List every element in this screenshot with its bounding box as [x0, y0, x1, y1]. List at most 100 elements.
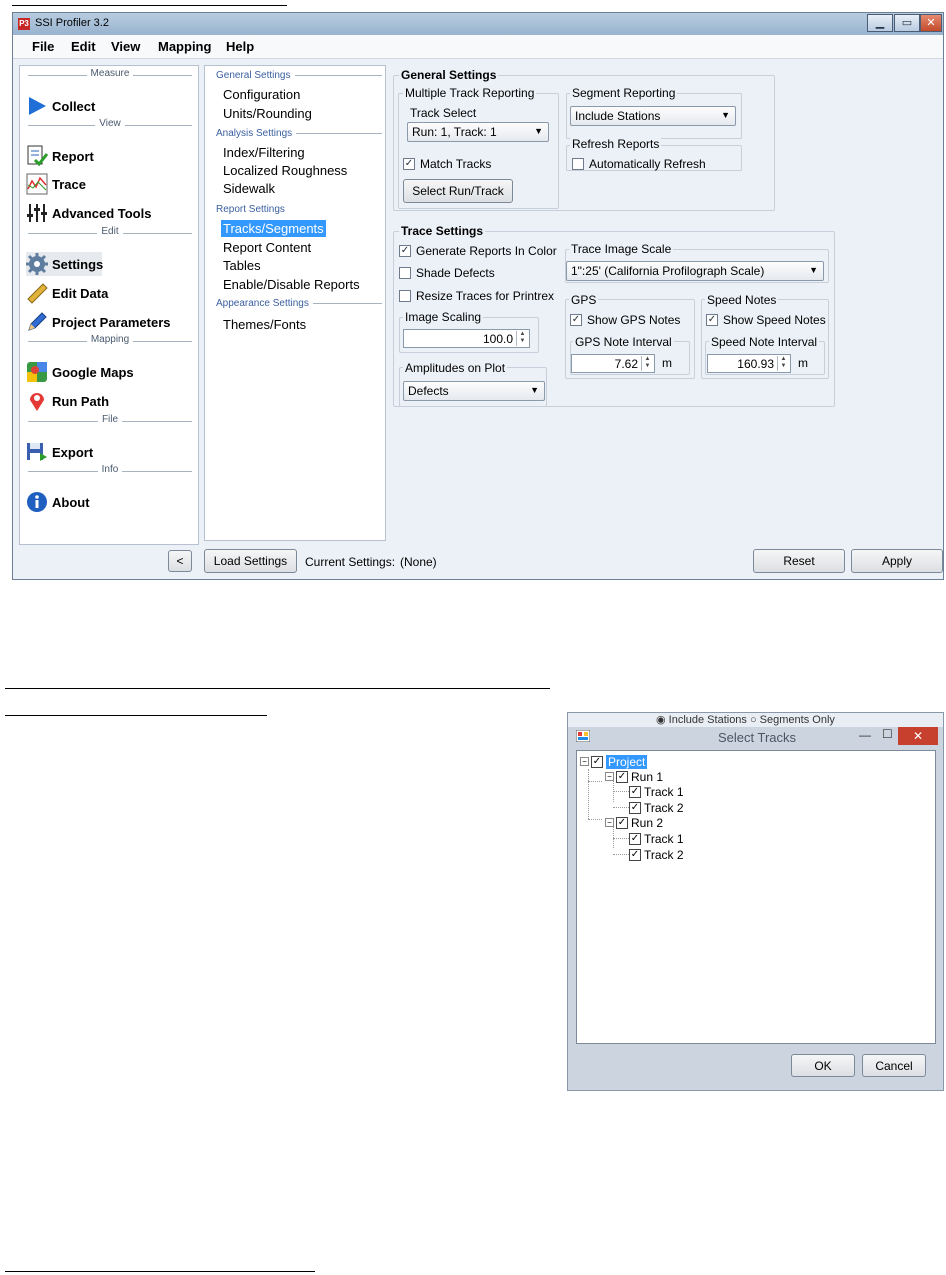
chevron-down-icon: ▼	[530, 385, 539, 395]
chevron-down-icon: ▼	[534, 126, 543, 136]
tree-node-run2-track-2[interactable]: ✓ Track 2	[629, 847, 684, 862]
amplitudes-dropdown[interactable]: Defects ▼	[403, 381, 545, 401]
select-run-track-button[interactable]: Select Run/Track	[403, 179, 513, 203]
gps-title: GPS	[569, 293, 599, 307]
checkbox-checked-icon[interactable]: ✓	[616, 816, 628, 829]
sliders-icon	[26, 202, 48, 224]
show-speed-checkbox[interactable]: ✓ Show Speed Notes	[706, 313, 826, 327]
list-item-tables[interactable]: Tables	[221, 257, 263, 274]
tree-node-run1-track-1[interactable]: ✓ Track 1	[629, 784, 684, 799]
maximize-button[interactable]: ▭	[894, 14, 920, 32]
collapse-icon[interactable]: −	[580, 757, 589, 766]
list-section-analysis: Analysis Settings	[216, 126, 382, 140]
track-tree: − ✓ Project − ✓ Run 1 ✓ Track 1 ✓ Track …	[576, 750, 936, 1044]
gps-unit: m	[662, 356, 672, 370]
generate-color-checkbox[interactable]: ✓ Generate Reports In Color	[399, 244, 557, 258]
segment-reporting-dropdown[interactable]: Include Stations ▼	[570, 106, 736, 126]
nav-item-run-path[interactable]: Run Path	[26, 389, 109, 413]
nav-item-about[interactable]: About	[26, 490, 90, 514]
current-settings-label: Current Settings:	[305, 555, 396, 569]
list-item-enable-disable-reports[interactable]: Enable/Disable Reports	[221, 276, 362, 293]
menu-mapping[interactable]: Mapping	[158, 39, 211, 54]
collapse-nav-button[interactable]: <	[168, 550, 192, 572]
current-settings-value: (None)	[400, 555, 437, 569]
nav-item-collect[interactable]: Collect	[26, 94, 95, 118]
reset-button[interactable]: Reset	[753, 549, 845, 573]
list-item-configuration[interactable]: Configuration	[221, 86, 302, 103]
google-maps-icon	[26, 361, 48, 383]
checkbox-checked-icon[interactable]: ✓	[616, 770, 628, 783]
load-settings-button[interactable]: Load Settings	[204, 549, 297, 573]
tree-node-run2-track-1[interactable]: ✓ Track 1	[629, 831, 684, 846]
pencil-icon	[26, 311, 48, 333]
nav-item-edit-data[interactable]: Edit Data	[26, 281, 108, 305]
speed-interval-spinner[interactable]: 160.93 ▲ ▼	[707, 354, 791, 373]
tree-node-run-2[interactable]: − ✓ Run 2	[605, 815, 663, 830]
list-item-tracks-segments[interactable]: Tracks/Segments	[221, 220, 326, 237]
spinner-arrows-icon[interactable]: ▲ ▼	[777, 356, 789, 371]
spinner-arrows-icon[interactable]: ▲ ▼	[641, 356, 653, 371]
ok-button[interactable]: OK	[791, 1054, 855, 1077]
tree-node-run-1[interactable]: − ✓ Run 1	[605, 769, 663, 784]
multi-track-title: Multiple Track Reporting	[403, 86, 537, 100]
list-item-localized-roughness[interactable]: Localized Roughness	[221, 162, 349, 179]
menu-bar: File Edit View Mapping Help	[13, 35, 943, 59]
checkbox-checked-icon[interactable]: ✓	[629, 848, 641, 861]
menu-edit[interactable]: Edit	[71, 39, 96, 54]
list-section-report: Report Settings	[216, 203, 285, 215]
nav-section-info: Info	[20, 464, 200, 478]
checkbox-checked-icon[interactable]: ✓	[591, 755, 603, 768]
show-gps-checkbox[interactable]: ✓ Show GPS Notes	[570, 313, 680, 327]
collapse-icon[interactable]: −	[605, 818, 614, 827]
chevron-down-icon: ▼	[721, 110, 730, 120]
dialog-maximize-button[interactable]: ☐	[882, 727, 893, 741]
nav-item-project-parameters[interactable]: Project Parameters	[26, 310, 171, 334]
resize-printrex-checkbox[interactable]: Resize Traces for Printrex	[399, 289, 554, 303]
gps-interval-spinner[interactable]: 7.62 ▲ ▼	[571, 354, 655, 373]
track-select-label: Track Select	[410, 106, 477, 120]
tree-node-run1-track-2[interactable]: ✓ Track 2	[629, 800, 684, 815]
nav-item-report[interactable]: Report	[26, 144, 94, 168]
close-button[interactable]: ✕	[920, 14, 942, 32]
checkmark-icon: ✓	[570, 314, 582, 326]
list-item-sidewalk[interactable]: Sidewalk	[221, 180, 277, 197]
tree-node-project[interactable]: − ✓ Project	[580, 754, 648, 769]
general-settings-title: General Settings	[399, 68, 499, 82]
checkbox-checked-icon[interactable]: ✓	[629, 832, 641, 845]
nav-item-settings[interactable]: Settings	[26, 252, 103, 276]
select-tracks-dialog: ◉ Include Stations ○ Segments Only Selec…	[567, 712, 944, 1091]
dialog-minimize-button[interactable]: —	[859, 728, 871, 742]
menu-file[interactable]: File	[32, 39, 54, 54]
list-item-index-filtering[interactable]: Index/Filtering	[221, 144, 307, 161]
nav-item-advanced-tools[interactable]: Advanced Tools	[26, 201, 151, 225]
track-select-dropdown[interactable]: Run: 1, Track: 1 ▼	[407, 122, 549, 142]
app-icon: P3	[18, 18, 30, 30]
image-scaling-spinner[interactable]: 100.0 ▲ ▼	[403, 329, 530, 348]
list-item-units-rounding[interactable]: Units/Rounding	[221, 105, 314, 122]
minimize-button[interactable]: ▁	[867, 14, 893, 32]
nav-item-google-maps[interactable]: Google Maps	[26, 360, 134, 384]
checkbox-checked-icon[interactable]: ✓	[629, 801, 641, 814]
match-tracks-checkbox[interactable]: ✓ Match Tracks	[403, 157, 491, 171]
nav-item-export[interactable]: Export	[26, 440, 93, 464]
menu-help[interactable]: Help	[226, 39, 254, 54]
checkbox-checked-icon[interactable]: ✓	[629, 785, 641, 798]
list-item-themes-fonts[interactable]: Themes/Fonts	[221, 316, 308, 333]
trace-image-scale-dropdown[interactable]: 1":25' (California Profilograph Scale) ▼	[566, 261, 824, 281]
cancel-button[interactable]: Cancel	[862, 1054, 926, 1077]
apply-button[interactable]: Apply	[851, 549, 943, 573]
title-bar[interactable]: P3 SSI Profiler 3.2 ▁ ▭	[13, 13, 943, 35]
speed-unit: m	[798, 356, 808, 370]
main-window: P3 SSI Profiler 3.2 ▁ ▭ ✕ File Edit View…	[12, 12, 944, 580]
shade-defects-checkbox[interactable]: Shade Defects	[399, 266, 495, 280]
spinner-arrows-icon[interactable]: ▲ ▼	[516, 331, 528, 346]
nav-section-view: View	[20, 118, 200, 132]
dialog-close-button[interactable]: ✕	[898, 727, 938, 745]
trace-image-scale-title: Trace Image Scale	[569, 242, 674, 256]
collapse-icon[interactable]: −	[605, 772, 614, 781]
settings-list-panel: General Settings Configuration Units/Rou…	[204, 65, 386, 541]
list-item-report-content[interactable]: Report Content	[221, 239, 313, 256]
menu-view[interactable]: View	[111, 39, 140, 54]
auto-refresh-checkbox[interactable]: Automatically Refresh	[572, 157, 706, 171]
nav-item-trace[interactable]: Trace	[26, 172, 86, 196]
